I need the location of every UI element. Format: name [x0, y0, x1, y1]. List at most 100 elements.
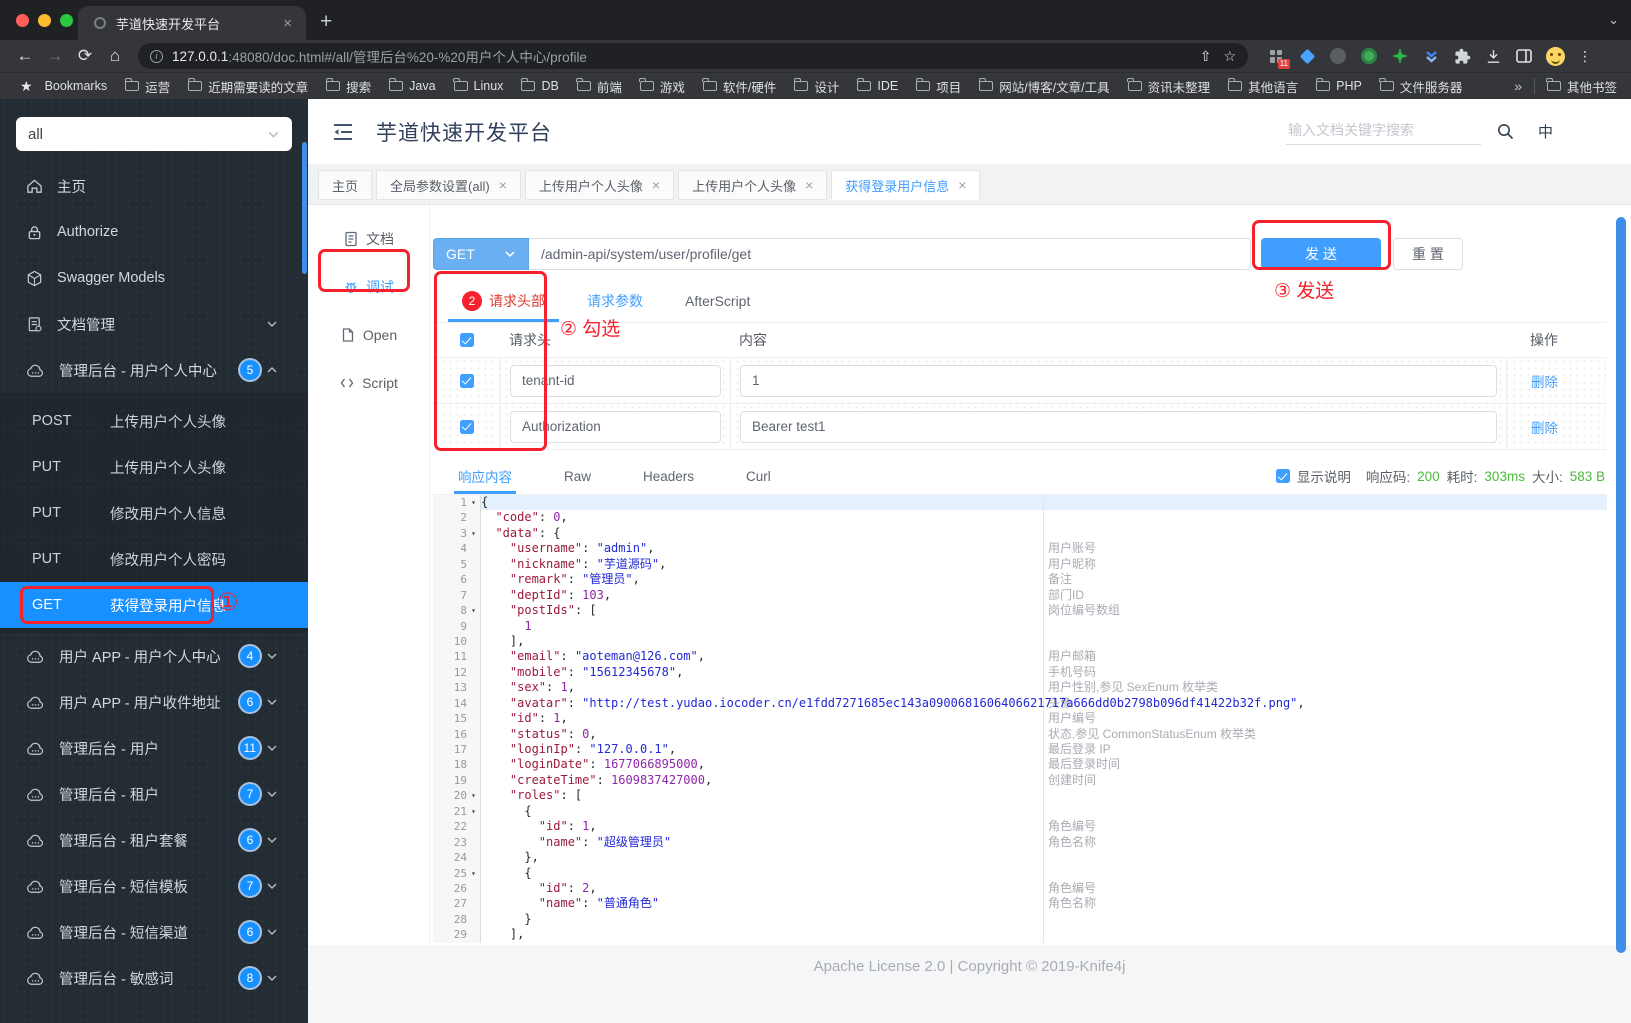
bookmark-item[interactable]: 游戏: [639, 77, 685, 96]
line-number[interactable]: 19: [433, 772, 481, 789]
collapse-menu-icon[interactable]: [332, 122, 354, 142]
extension-chevrons-icon[interactable]: [1421, 46, 1441, 66]
header-value-input[interactable]: [740, 410, 1497, 443]
address-bar[interactable]: i 127.0.0.1:48080/doc.html#/all/管理后台%20-…: [138, 43, 1248, 69]
bookmark-item[interactable]: PHP: [1315, 77, 1362, 96]
row-checkbox[interactable]: [459, 373, 474, 388]
bookmark-item[interactable]: 前端: [576, 77, 622, 96]
line-number[interactable]: 7: [433, 587, 481, 604]
header-name-input[interactable]: [510, 364, 721, 397]
debug-nav-item[interactable]: Script: [308, 359, 429, 407]
reload-icon[interactable]: ⟳: [70, 46, 100, 66]
sidebar-item[interactable]: 主页: [0, 163, 308, 209]
doc-tab[interactable]: 获得登录用户信息 ×: [831, 170, 981, 200]
extension-kite-icon[interactable]: [1297, 46, 1317, 66]
close-icon[interactable]: ×: [805, 177, 813, 193]
line-number[interactable]: 3 ▾: [433, 525, 481, 542]
line-number[interactable]: 8 ▾: [433, 603, 481, 619]
sidebar-item[interactable]: 用户 APP - 用户收件地址 6: [0, 679, 308, 725]
sidebar-item[interactable]: 文档管理: [0, 301, 308, 347]
line-number[interactable]: 16: [433, 726, 481, 742]
line-number[interactable]: 27: [433, 896, 481, 912]
response-tab[interactable]: Raw: [564, 458, 591, 494]
bookmark-item[interactable]: Java: [388, 77, 436, 96]
request-tab[interactable]: AfterScript: [671, 280, 764, 322]
line-number[interactable]: 15: [433, 711, 481, 727]
bookmark-item[interactable]: 软件/硬件: [702, 77, 776, 96]
show-desc-checkbox[interactable]: [1275, 469, 1290, 483]
header-value-input[interactable]: [740, 364, 1497, 397]
bookmark-item[interactable]: DB: [520, 77, 559, 96]
profile-avatar[interactable]: [1545, 46, 1565, 66]
delete-link[interactable]: 删除: [1531, 417, 1558, 437]
extension-star-icon[interactable]: [1390, 46, 1410, 66]
download-icon[interactable]: [1483, 46, 1503, 66]
group-select[interactable]: all: [16, 117, 292, 151]
doc-tab[interactable]: 全局参数设置(all) ×: [376, 170, 521, 200]
request-tab[interactable]: 2 请求头部: [448, 280, 559, 322]
sidebar-item[interactable]: 用户 APP - 用户个人中心 4: [0, 633, 308, 679]
line-number[interactable]: 14: [433, 695, 481, 712]
line-number[interactable]: 28: [433, 911, 481, 928]
bookmark-item[interactable]: 运营: [124, 77, 170, 96]
response-tab[interactable]: 响应内容: [454, 458, 516, 494]
sidebar-item[interactable]: 管理后台 - 用户 11: [0, 725, 308, 771]
doc-tab[interactable]: 上传用户个人头像 ×: [678, 170, 828, 200]
sidebar-scrollbar[interactable]: [302, 142, 307, 274]
back-icon[interactable]: ←: [10, 46, 40, 66]
debug-nav-item[interactable]: 文档: [308, 215, 429, 263]
main-scrollbar[interactable]: [1616, 217, 1626, 953]
puzzle-icon[interactable]: [1452, 46, 1472, 66]
site-info-icon[interactable]: i: [150, 49, 163, 63]
close-icon[interactable]: ×: [958, 177, 966, 193]
search-icon[interactable]: [1497, 123, 1514, 140]
minimize-window-icon[interactable]: [38, 14, 51, 27]
debug-nav-item[interactable]: 调试: [308, 263, 429, 311]
bookmark-item[interactable]: 文件服务器: [1379, 77, 1462, 96]
sidebar-item[interactable]: 管理后台 - 用户个人中心 5: [0, 347, 308, 393]
bookmarks-root[interactable]: ★ Bookmarks: [14, 78, 107, 95]
bookmark-star-icon[interactable]: ☆: [1223, 48, 1236, 65]
line-number[interactable]: 11: [433, 649, 481, 665]
request-url-input[interactable]: [529, 238, 1251, 270]
line-number[interactable]: 9: [433, 618, 481, 634]
sidebar-api-item[interactable]: PUT 修改用户个人信息: [0, 490, 308, 536]
new-tab-button[interactable]: +: [320, 10, 332, 40]
response-tab[interactable]: Headers: [643, 458, 694, 494]
line-number[interactable]: 1 ▾: [433, 495, 481, 511]
sidebar-api-item[interactable]: PUT 修改用户个人密码: [0, 536, 308, 582]
line-number[interactable]: 21 ▾: [433, 803, 481, 820]
header-name-input[interactable]: [510, 410, 721, 443]
sidebar-item[interactable]: Swagger Models: [0, 255, 308, 301]
extension-green-icon[interactable]: [1359, 46, 1379, 66]
search-input[interactable]: [1287, 122, 1479, 138]
home-icon[interactable]: ⌂: [100, 46, 130, 66]
method-select[interactable]: GET: [433, 238, 529, 270]
line-number[interactable]: 13: [433, 680, 481, 696]
line-number[interactable]: 26: [433, 880, 481, 897]
select-all-checkbox[interactable]: [459, 333, 474, 347]
share-icon[interactable]: ⇧: [1200, 48, 1212, 65]
line-number[interactable]: 23: [433, 834, 481, 851]
delete-link[interactable]: 删除: [1531, 371, 1558, 391]
doc-tab[interactable]: 上传用户个人头像 ×: [524, 170, 675, 200]
traffic-lights[interactable]: [16, 14, 73, 27]
forward-icon[interactable]: →: [40, 46, 70, 66]
sidepanel-icon[interactable]: [1514, 46, 1534, 66]
maximize-window-icon[interactable]: [60, 14, 73, 27]
bookmark-item[interactable]: 资讯未整理: [1127, 77, 1210, 96]
extension-grid-icon[interactable]: 11: [1266, 46, 1290, 69]
close-icon[interactable]: ×: [652, 177, 660, 193]
sidebar-item[interactable]: Authorize: [0, 209, 308, 255]
bookmark-item[interactable]: 网站/博客/文章/工具: [978, 77, 1110, 96]
bookmark-item[interactable]: 其他语言: [1227, 77, 1298, 96]
line-number[interactable]: 20 ▾: [433, 788, 481, 804]
sidebar-item[interactable]: 管理后台 - 短信渠道 6: [0, 909, 308, 955]
line-number[interactable]: 29: [433, 927, 481, 943]
language-toggle[interactable]: 中: [1538, 121, 1553, 142]
line-number[interactable]: 17: [433, 742, 481, 758]
line-number[interactable]: 5: [433, 556, 481, 573]
line-number[interactable]: 4: [433, 541, 481, 557]
line-number[interactable]: 25 ▾: [433, 865, 481, 881]
response-tab[interactable]: Curl: [746, 458, 771, 494]
